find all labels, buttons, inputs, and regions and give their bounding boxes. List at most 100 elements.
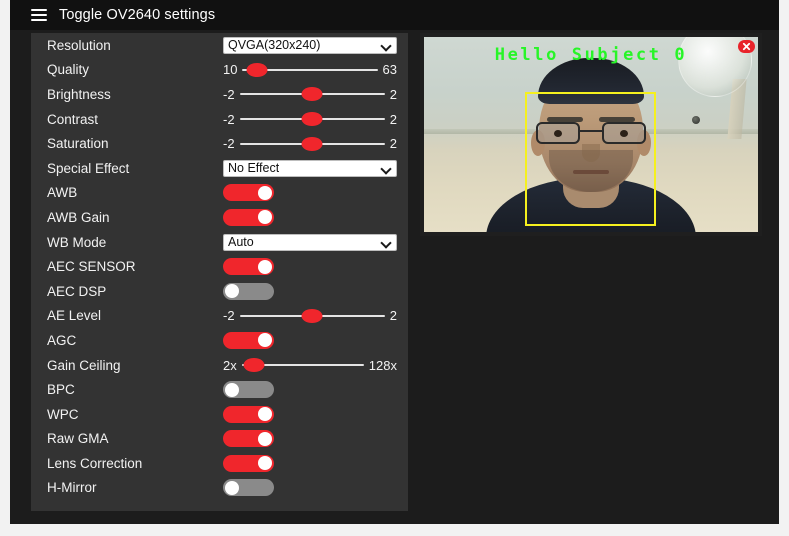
settings-panel: Resolution QVGA(320x240) Quality 10 63 Bright… [31,33,408,511]
toggle-thumb [258,259,272,274]
select-special-effect[interactable]: No Effect [223,159,397,177]
slider-knob[interactable] [301,87,323,102]
toggle-aec-dsp[interactable] [223,282,274,300]
titlebar: Toggle OV2640 settings [10,0,779,30]
slider-max-label: 2 [389,136,397,152]
setting-label: BPC [47,382,75,398]
slider-knob[interactable] [243,358,265,373]
slider-max-label: 2 [389,308,397,324]
setting-control: -2 2 [223,107,408,132]
slider-min-label: 10 [223,62,238,78]
chevron-down-icon [382,239,391,245]
setting-label: Quality [47,62,90,78]
slider-track[interactable] [239,112,385,127]
toggle-awb[interactable] [223,184,274,202]
slider-min-label: -2 [223,111,235,127]
settings-row: BPC [31,377,408,402]
setting-label: Saturation [47,136,109,152]
slider-min-label: 2x [223,357,237,373]
app-window: Toggle OV2640 settings Resolution QVGA(32… [10,0,779,524]
setting-control: -2 2 [223,82,408,107]
setting-label: Resolution [47,37,111,53]
setting-label: WPC [47,406,79,422]
slider-track[interactable] [239,136,385,151]
toggle-thumb [225,284,239,299]
setting-label: Gain Ceiling [47,357,121,373]
setting-control [223,476,408,501]
settings-row: WPC [31,402,408,427]
toggle-raw-gma[interactable] [223,430,274,448]
toggle-agc[interactable] [223,331,274,349]
scene-screw [692,116,700,124]
toggle-bpc[interactable] [223,381,274,399]
slider-knob[interactable] [246,62,268,77]
close-icon[interactable] [738,40,755,53]
slider-max-label: 2 [389,111,397,127]
setting-control: 2x 128x [223,353,408,378]
toggle-lens-correction[interactable] [223,454,274,472]
toggle-thumb [258,185,272,200]
slider-min-label: -2 [223,86,235,102]
slider-knob[interactable] [301,136,323,151]
settings-row: AGC [31,328,408,353]
camera-stream: Hello Subject 0 [424,37,758,232]
toggle-thumb [225,480,239,495]
setting-label: AEC DSP [47,283,107,299]
setting-control [223,451,408,476]
setting-control: QVGA(320x240) [223,33,408,58]
setting-label: AWB Gain [47,209,110,225]
slider-knob[interactable] [301,112,323,127]
camera-stream-container: Hello Subject 0 [420,33,762,236]
slider-track[interactable] [242,62,378,77]
slider-track[interactable] [239,87,385,102]
toggle-awb-gain[interactable] [223,208,274,226]
setting-label: WB Mode [47,234,107,250]
setting-label: Special Effect [47,160,130,176]
slider-knob[interactable] [301,308,323,323]
setting-label: Raw GMA [47,431,109,447]
slider-track[interactable] [239,308,385,323]
select-wb-mode[interactable]: Auto [223,233,397,251]
settings-row: Saturation -2 2 [31,131,408,156]
settings-row: Special Effect No Effect [31,156,408,181]
slider-max-label: 128x [368,357,397,373]
page-title: Toggle OV2640 settings [59,7,216,23]
select-value: Auto [228,235,254,250]
setting-control [223,377,408,402]
toggle-thumb [258,210,272,225]
slider-track[interactable] [241,358,364,373]
slider-gain-ceiling[interactable]: 2x 128x [223,358,397,373]
slider-min-label: -2 [223,308,235,324]
slider-contrast[interactable]: -2 2 [223,112,397,127]
setting-label: H-Mirror [47,480,97,496]
select-resolution[interactable]: QVGA(320x240) [223,36,397,54]
slider-min-label: -2 [223,136,235,152]
toggle-aec-sensor[interactable] [223,258,274,276]
settings-row: Lens Correction [31,451,408,476]
setting-label: AWB [47,185,78,201]
setting-control [223,328,408,353]
toggle-thumb [258,407,272,422]
slider-quality[interactable]: 10 63 [223,62,397,77]
setting-control [223,181,408,206]
toggle-h-mirror[interactable] [223,479,274,497]
toggle-thumb [225,382,239,397]
setting-control [223,205,408,230]
settings-row: WB Mode Auto [31,230,408,255]
setting-label: Lens Correction [47,455,143,471]
select-value: QVGA(320x240) [228,38,321,53]
toggle-wpc[interactable] [223,405,274,423]
slider-brightness[interactable]: -2 2 [223,87,397,102]
settings-row: Quality 10 63 [31,58,408,83]
settings-row: Contrast -2 2 [31,107,408,132]
toggle-thumb [258,333,272,348]
slider-saturation[interactable]: -2 2 [223,136,397,151]
hamburger-icon[interactable] [31,9,47,21]
setting-control: -2 2 [223,304,408,329]
setting-label: Brightness [47,86,111,102]
setting-control: No Effect [223,156,408,181]
settings-row: AE Level -2 2 [31,304,408,329]
slider-ae-level[interactable]: -2 2 [223,308,397,323]
settings-row: Brightness -2 2 [31,82,408,107]
setting-control [223,427,408,452]
